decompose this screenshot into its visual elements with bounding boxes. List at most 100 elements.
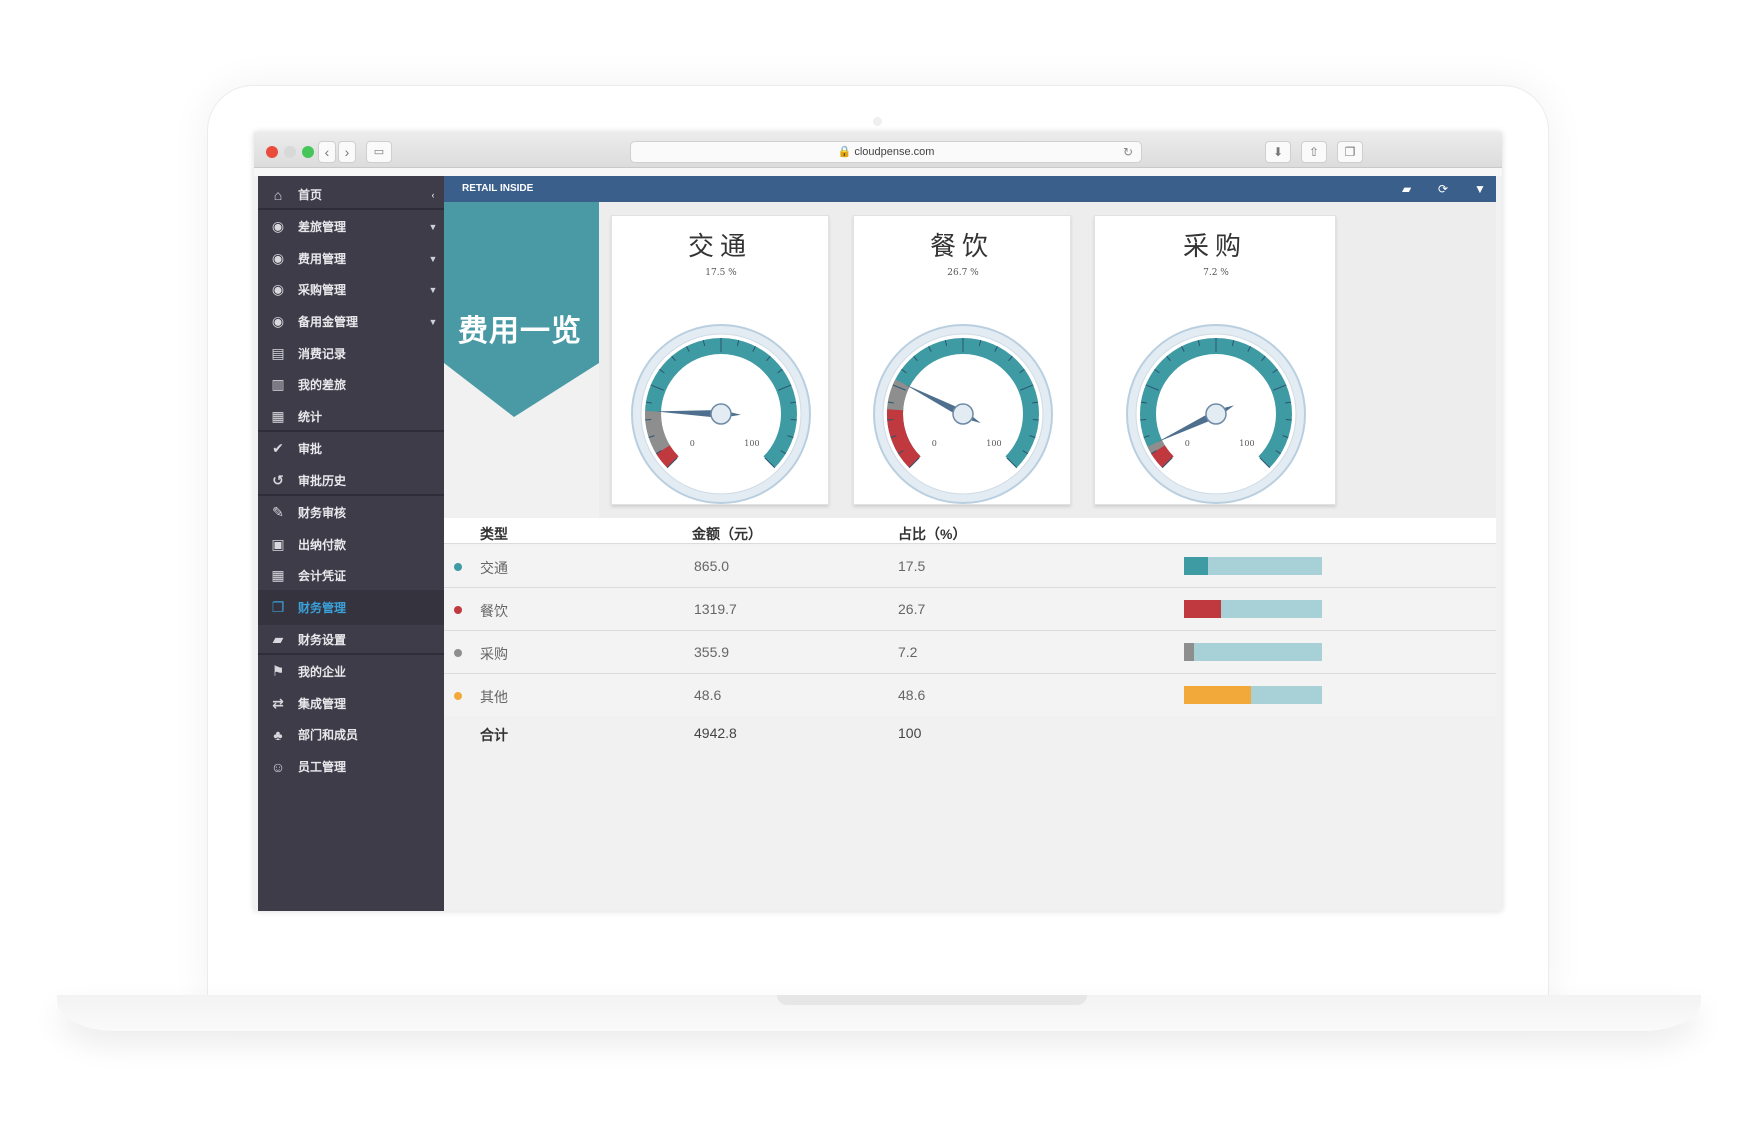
sidebar-item-12[interactable]: ▦ 会计凭证 [258,558,444,593]
banner-title: 费用一览 [458,315,582,348]
sidebar-item-label: 审批 [298,442,323,456]
gauge-0: 17.5 % 0 100 [631,268,811,504]
sidebar-item-9[interactable]: ↺ 审批历史 [258,463,444,498]
suitcase-icon: ▥ [271,376,285,392]
sidebar-item-label: 采购管理 [298,283,347,297]
home-icon: ⌂ [273,186,283,203]
lock-icon: 🔒 [837,146,852,158]
sidebar-item-0[interactable]: ⌂ 首页 ‹ [258,177,444,212]
ratio-bar-fill [1184,686,1252,704]
gauge-card-0: 交通 17.5 % 0 100 [611,215,829,505]
overview-banner: 费用一览 [444,202,599,442]
sidebar-item-5[interactable]: ▤ 消费记录 [258,336,444,371]
ratio-bar-fill [1184,600,1221,618]
sidebar-toggle-button[interactable]: ▭ [366,141,392,163]
add-user-icon: ☺ [270,758,286,775]
table-row[interactable]: 餐饮 1319.7 26.7 [444,588,1496,631]
sidebar-item-label: 差旅管理 [298,220,347,234]
table-header: 类型 金额（元） 占比（%） [444,518,1496,544]
gauge-max-label: 100 [1239,439,1254,448]
sidebar-item-label: 财务管理 [298,601,347,615]
table-row[interactable]: 其他 48.6 48.6 [444,674,1496,717]
refresh-icon[interactable]: ⟳ [1438,176,1448,202]
sidebar-item-18[interactable]: ☺ 员工管理 [258,749,444,784]
chevron-left-icon: ‹ [324,144,330,160]
address-bar[interactable]: 🔒 cloudpense.com ↻ [630,141,1142,163]
sidebar-item-3[interactable]: ◉ 采购管理 ▼ [258,272,444,307]
minimize-window-button[interactable] [284,146,296,158]
gauge-title: 交通 [687,231,752,261]
close-window-button[interactable] [266,146,278,158]
legend-dot [454,649,462,657]
ratio-bar-fill [1184,643,1194,661]
money-icon: ▣ [271,536,285,552]
legend-dot [454,606,462,614]
sidebar-item-15[interactable]: ⚑ 我的企业 [258,654,444,689]
gauge-hub [710,403,732,425]
sidebar-item-10[interactable]: ✎ 财务审核 [258,495,444,530]
header-ratio: 占比（%） [898,526,967,542]
sidebar-item-1[interactable]: ◉ 差旅管理 ▼ [258,209,444,244]
header-type: 类型 [480,526,508,542]
chevron-down-icon: ▼ [428,316,438,327]
ratio-bar-fill [1184,557,1209,575]
laptop-base [57,995,1701,1031]
download-button[interactable]: ⬇ [1265,141,1291,163]
sitemap-icon: ♣ [273,726,283,743]
gauge-panel: 交通 17.5 % 0 100 餐饮 26.7 % 0 100 采购 7.2 % 0 100 [599,202,1496,518]
expense-icon: ◉ [271,250,285,266]
reload-icon[interactable]: ↻ [1123,142,1133,162]
check-icon: ✔ [272,440,284,456]
sidebar-item-label: 审批历史 [298,474,347,488]
total-label: 合计 [480,727,508,743]
cell-ratio: 26.7 [898,601,926,617]
retweet-icon: ⇄ [272,695,284,711]
flag-icon: ⚑ [271,663,285,679]
gauge-min-label: 0 [690,439,695,448]
sidebar-item-label: 财务审核 [298,506,347,520]
reserve-icon: ◉ [271,313,285,329]
gauge-min-label: 0 [932,439,937,448]
sidebar-item-label: 集成管理 [298,697,347,711]
record-icon: ▤ [271,345,285,361]
sidebar-item-label: 消费记录 [298,347,347,361]
sidebar-item-13[interactable]: ❐ 财务管理 [258,590,444,625]
sidebar-item-14[interactable]: ▰ 财务设置 [258,622,444,657]
sidebar-item-11[interactable]: ▣ 出纳付款 [258,527,444,562]
table-row[interactable]: 采购 355.9 7.2 [444,631,1496,674]
cell-amount: 865.0 [694,558,730,574]
share-button[interactable]: ⇧ [1301,141,1327,163]
sidebar-item-label: 我的差旅 [298,378,347,392]
expense-table: 类型 金额（元） 占比（%） 交通 865.0 17.5 餐饮 1319.7 26.7 采购… [444,518,1496,758]
sidebar-item-8[interactable]: ✔ 审批 [258,431,444,466]
forward-button[interactable]: › [338,141,356,163]
download-icon: ⬇ [1272,145,1284,159]
cell-type: 采购 [480,646,508,662]
zoom-window-button[interactable] [302,146,314,158]
sidebar-item-4[interactable]: ◉ 备用金管理 ▼ [258,304,444,339]
content-header-bar: RETAIL INSIDE ▰ ⟳ ▼ [444,176,1496,202]
sidebar-item-2[interactable]: ◉ 费用管理 ▼ [258,241,444,276]
gauge-alert-band [1151,445,1174,468]
url-text: cloudpense.com [854,146,935,158]
sidebar-item-16[interactable]: ⇄ 集成管理 [258,686,444,721]
sidebar-item-6[interactable]: ▥ 我的差旅 [258,367,444,402]
legend-dot [454,692,462,700]
table-row[interactable]: 交通 865.0 17.5 [444,545,1496,588]
filter-icon[interactable]: ▼ [1474,176,1486,202]
sidebar-item-label: 我的企业 [298,665,347,679]
total-amount: 4942.8 [694,725,737,741]
ratio-bar [1184,557,1322,575]
back-button[interactable]: ‹ [318,141,336,163]
sidebar-item-17[interactable]: ♣ 部门和成员 [258,717,444,752]
gauge-hub [1205,403,1227,425]
cell-type: 交通 [480,560,508,576]
content-title: RETAIL INSIDE [462,183,534,194]
book-icon[interactable]: ▰ [1402,176,1411,202]
tabs-button[interactable]: ❐ [1337,141,1363,163]
tabs-icon: ❐ [1344,145,1356,159]
sidebar-item-label: 会计凭证 [298,569,347,583]
share-icon: ⇧ [1308,145,1320,159]
sidebar-item-label: 费用管理 [298,252,347,266]
sidebar-item-7[interactable]: ▦ 统计 [258,399,444,434]
